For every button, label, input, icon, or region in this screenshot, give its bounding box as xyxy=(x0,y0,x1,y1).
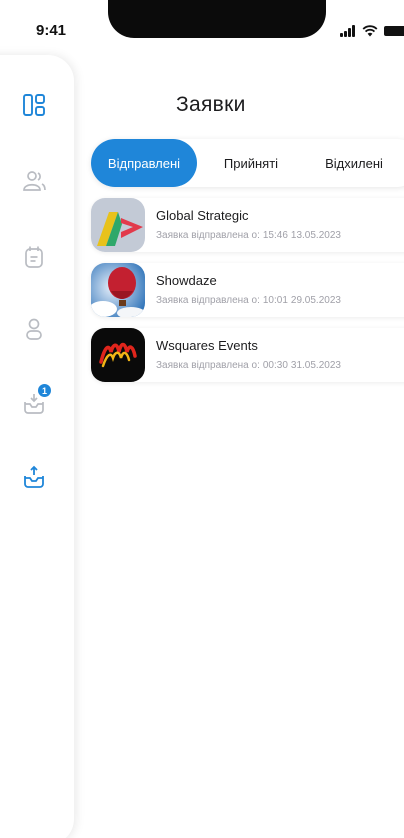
notification-badge: 1 xyxy=(38,384,51,397)
wifi-icon xyxy=(362,25,378,37)
dashboard-icon xyxy=(23,94,45,116)
outbox-upload-icon xyxy=(24,465,44,488)
profile-icon xyxy=(26,318,42,340)
sidebar-item-calendar[interactable] xyxy=(20,243,48,271)
list-item[interactable]: Wsquares Events Заявка відправлена о: 00:… xyxy=(91,328,404,382)
status-icons xyxy=(334,24,404,38)
battery-icon xyxy=(384,26,404,36)
status-time: 9:41 xyxy=(36,22,67,39)
tab-accepted[interactable]: Прийняті xyxy=(211,139,291,187)
signal-icon xyxy=(340,25,357,37)
sidebar-item-users[interactable] xyxy=(20,167,48,195)
sidebar-item-inbox[interactable]: 1 xyxy=(20,384,51,417)
tab-rejected[interactable]: Відхилені xyxy=(309,139,399,187)
sidebar-item-outbox[interactable] xyxy=(20,463,48,491)
request-sent-info: Заявка відправлена о: 15:46 13.05.2023 xyxy=(156,230,341,241)
tab-sent[interactable]: Відправлені xyxy=(91,139,197,187)
company-logo-showdaze xyxy=(91,263,145,317)
page-title: Заявки xyxy=(176,93,246,116)
request-sent-info: Заявка відправлена о: 00:30 31.05.2023 xyxy=(156,360,341,371)
request-company-name: Global Strategic xyxy=(156,208,249,223)
request-company-name: Showdaze xyxy=(156,273,217,288)
list-item[interactable]: Global Strategic Заявка відправлена о: 15… xyxy=(91,198,404,252)
sidebar-nav: 1 xyxy=(0,55,74,838)
sidebar-item-dashboard[interactable] xyxy=(20,91,48,119)
users-icon xyxy=(23,171,46,191)
request-sent-info: Заявка відправлена о: 10:01 29.05.2023 xyxy=(156,295,341,306)
request-tabs: Відправлені Прийняті Відхилені xyxy=(91,139,404,187)
company-logo-wsquares-events xyxy=(91,328,145,382)
sidebar-item-profile[interactable] xyxy=(20,315,48,343)
request-company-name: Wsquares Events xyxy=(156,338,258,353)
status-bar: 9:41 xyxy=(0,0,404,56)
company-logo-global-strategic xyxy=(91,198,145,252)
calendar-note-icon xyxy=(25,246,43,268)
list-item[interactable]: Showdaze Заявка відправлена о: 10:01 29.05… xyxy=(91,263,404,317)
device-notch xyxy=(108,0,326,38)
